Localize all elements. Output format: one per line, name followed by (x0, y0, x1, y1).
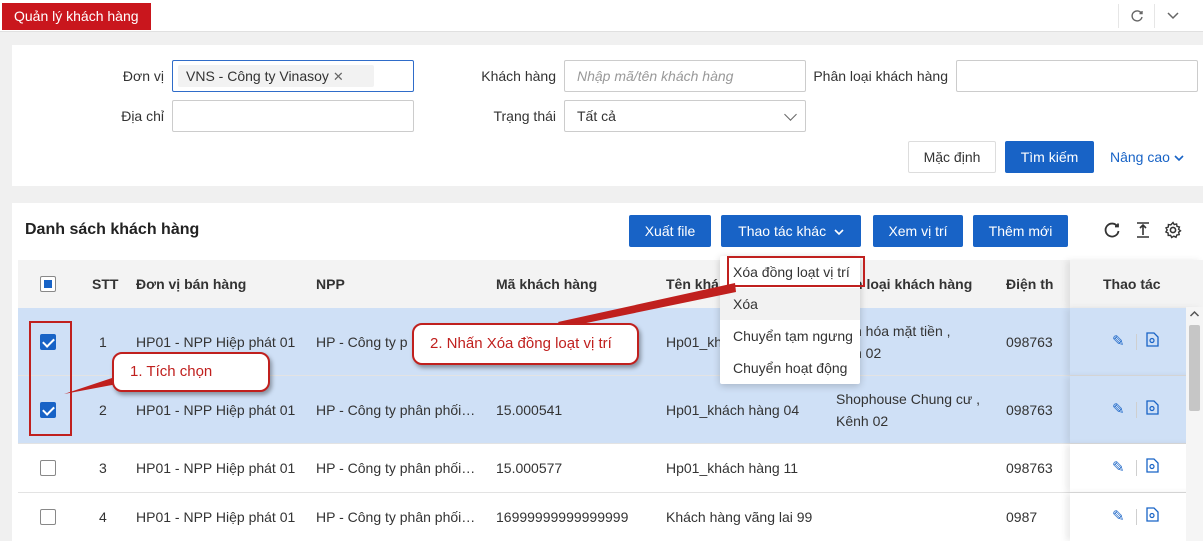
arrow-step2 (558, 283, 736, 328)
callout-step2: 2. Nhấn Xóa đồng loạt vị trí (412, 323, 639, 365)
annotation-arrows (64, 283, 736, 394)
callout-step1: 1. Tích chọn (112, 352, 270, 392)
